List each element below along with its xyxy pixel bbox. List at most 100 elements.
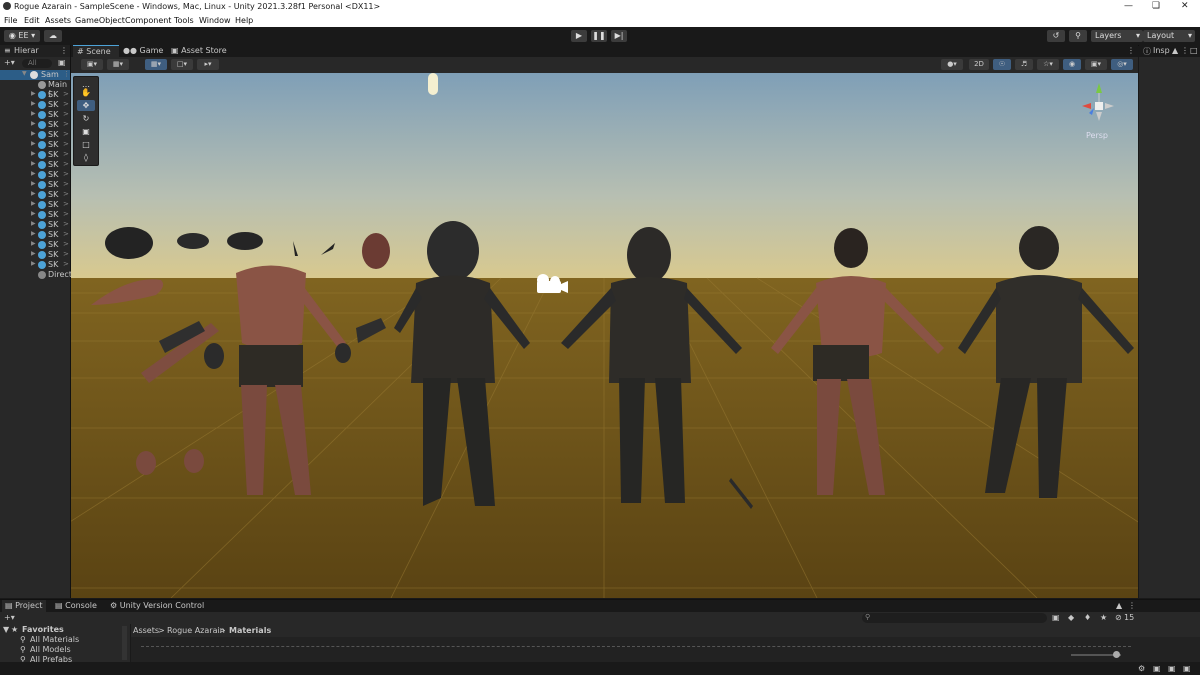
expand-icon[interactable]: ▶ [31,200,36,207]
scale-tool[interactable]: ▣ [77,126,95,137]
favorites-label[interactable]: Favorites [22,625,64,634]
expand-icon[interactable]: ▶ [31,260,36,267]
star-icon[interactable]: ★ [1100,613,1107,622]
list-item[interactable]: ▶ SK > [0,200,70,210]
chevron-right-icon[interactable]: > [63,190,69,198]
project-search-input[interactable]: ⚲ [862,613,1047,623]
cloud-button[interactable]: ☁ [44,30,62,42]
favorite-all-models[interactable]: All Models [30,645,71,654]
shading-mode-dropdown[interactable]: ●▾ [941,59,963,70]
grid-snap-dropdown[interactable]: ▦▾ [145,59,167,70]
menu-assets[interactable]: Assets [45,16,71,25]
maximize-icon[interactable]: ❏ [1152,1,1160,11]
list-item[interactable]: ▶ SK > [0,260,70,270]
expand-icon[interactable]: ▶ [31,250,36,257]
menu-component[interactable]: Component [125,16,171,25]
expand-icon[interactable]: ▼ [22,70,27,77]
add-icon[interactable]: +▾ [4,613,15,622]
menu-help[interactable]: Help [235,16,253,25]
chevron-right-icon[interactable]: > [63,180,69,188]
pivot-dropdown[interactable]: ▸▾ [197,59,219,70]
tab-project[interactable]: ▤ Project [2,600,46,612]
list-item[interactable]: ▶ SK > [0,110,70,120]
chevron-right-icon[interactable]: > [63,140,69,148]
list-item[interactable]: ▶ SK > [0,230,70,240]
chevron-right-icon[interactable]: > [63,250,69,258]
hierarchy-search-input[interactable]: All [22,59,52,68]
list-item[interactable]: ▶ SK > [0,190,70,200]
transform-tool[interactable]: ◊ [77,152,95,163]
tag-icon[interactable]: ♦ [1084,613,1091,622]
tab-version-control[interactable]: ⚙ Unity Version Control [110,600,204,612]
chevron-right-icon[interactable]: > [63,200,69,208]
list-item[interactable]: ▶ SK > [0,220,70,230]
favorite-all-prefabs[interactable]: All Prefabs [30,655,72,662]
favorite-all-materials[interactable]: All Materials [30,635,79,644]
tab-game[interactable]: ●● Game [123,45,163,57]
slider-handle[interactable] [1113,651,1120,658]
hierarchy-tab[interactable]: ≡ Hierar ⋮ [0,45,70,57]
expand-icon[interactable]: ▶ [31,220,36,227]
chevron-right-icon[interactable]: > [63,150,69,158]
filter-icon[interactable]: ▣ [58,58,66,67]
scene-viewport[interactable]: Persp [71,73,1138,598]
lighting-toggle[interactable]: ☉ [993,59,1011,70]
menu-window[interactable]: Window [199,16,231,25]
view-options-dropdown[interactable]: ▦▾ [107,59,129,70]
list-item[interactable]: ▶ SK > [0,90,70,100]
chevron-right-icon[interactable]: > [63,120,69,128]
chevron-right-icon[interactable]: > [63,260,69,268]
more-icon[interactable]: ⋮ [1127,46,1135,55]
expand-icon[interactable]: ▶ [31,110,36,117]
scrollbar[interactable] [122,626,127,660]
history-button[interactable]: ↺ [1047,30,1065,42]
expand-icon[interactable]: ▶ [31,150,36,157]
move-tool[interactable]: ✥ [77,100,95,111]
search-type-icon[interactable]: ▣ [1052,613,1060,622]
draw-mode-dropdown[interactable]: ▣▾ [81,59,103,70]
layers-dropdown[interactable]: Layers ▾ [1091,30,1143,42]
breadcrumb-rogue-azarain[interactable]: Rogue Azarain [167,626,225,635]
snap-increment-dropdown[interactable]: □▾ [171,59,193,70]
expand-icon[interactable]: ▶ [31,190,36,197]
menu-file[interactable]: File [4,16,17,25]
camera-dropdown[interactable]: ▣▾ [1085,59,1107,70]
cpu-icon[interactable]: ▣ [1183,664,1191,673]
rect-tool[interactable]: □ [77,139,95,150]
list-item[interactable]: ▶ SK > [0,130,70,140]
menu-edit[interactable]: Edit [24,16,40,25]
chevron-right-icon[interactable]: > [63,230,69,238]
expand-icon[interactable]: ▶ [31,160,36,167]
bug-icon[interactable]: ⚙ [1138,664,1145,673]
chevron-right-icon[interactable]: > [63,160,69,168]
play-button[interactable]: ▶ [571,30,587,42]
breadcrumb-assets[interactable]: Assets [133,626,159,635]
chevron-right-icon[interactable]: > [63,170,69,178]
list-item[interactable]: Direct [0,270,72,280]
chevron-right-icon[interactable]: > [63,220,69,228]
minimize-icon[interactable]: — [1124,1,1133,11]
palette-handle[interactable]: … [77,79,95,89]
expand-icon[interactable]: ▶ [31,100,36,107]
list-item[interactable]: ▶ SK > [0,240,70,250]
step-button[interactable]: ▶| [611,30,627,42]
search-label-icon[interactable]: ◆ [1068,613,1074,622]
lighting-icon[interactable]: ▣ [1168,664,1176,673]
expand-icon[interactable]: ▶ [31,170,36,177]
more-icon[interactable]: ⋮ [1128,601,1136,610]
chevron-right-icon[interactable]: > [63,110,69,118]
breadcrumb-materials[interactable]: Materials [229,626,271,635]
list-item[interactable]: ▶ SK > [0,150,70,160]
expand-icon[interactable]: ▶ [31,120,36,127]
expand-icon[interactable]: ▶ [31,210,36,217]
chevron-right-icon[interactable]: > [63,90,69,98]
add-icon[interactable]: +▾ [4,58,15,67]
menu-gameobject[interactable]: GameObject [75,16,125,25]
close-icon[interactable]: ✕ [1181,1,1189,11]
menu-tools[interactable]: Tools [174,16,194,25]
expand-icon[interactable]: ▶ [31,90,36,97]
list-item[interactable]: ▶ SK > [0,180,70,190]
list-item[interactable]: ▶ SK > [0,100,70,110]
expand-icon[interactable]: ▶ [31,240,36,247]
search-button[interactable]: ⚲ [1069,30,1087,42]
